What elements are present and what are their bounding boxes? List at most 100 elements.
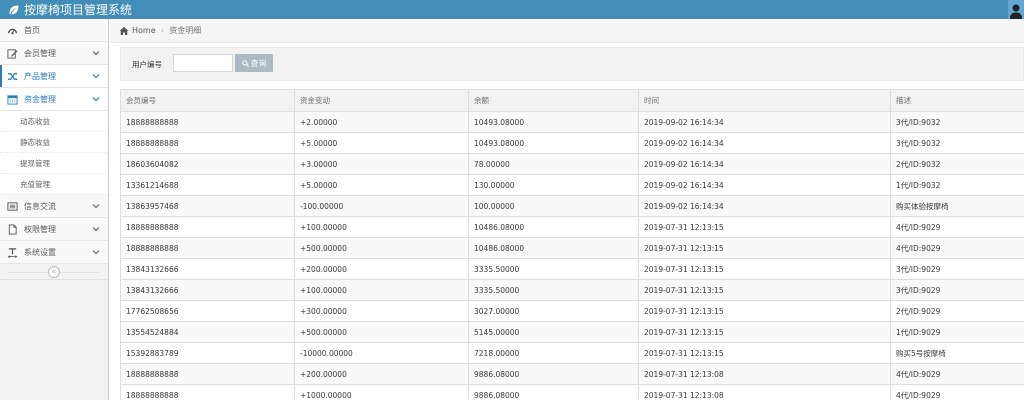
user-id-label: 用户编号 [132,60,162,69]
column-header-member-id[interactable]: 会员编号 [120,89,295,112]
breadcrumb: Home › 资金明细 [110,19,1024,43]
cell-description: 3代/ID:9029 [890,258,1024,280]
search-panel: 用户编号 查询 [120,47,1024,81]
cell-member-id: 13554524884 [120,321,295,343]
column-header-description[interactable]: 描述 [890,89,1024,112]
cell-balance: 5145.00000 [468,321,639,343]
table-row[interactable]: 17762508656 +300.00000 3027.00000 2019-07-3… [120,300,1024,322]
cell-member-id: 13843132666 [120,258,295,280]
sidebar-collapse-button[interactable]: « [48,266,60,278]
chevron-down-icon [92,204,100,209]
cell-time: 2019-07-31 12:13:08 [638,384,891,400]
brand[interactable]: 按摩椅项目管理系统 [8,1,132,18]
cell-description: 1代/ID:9029 [890,321,1024,343]
cell-member-id: 13361214688 [120,174,295,196]
cell-description: 购买5号按摩椅 [890,342,1024,364]
table-row[interactable]: 13554524884 +500.00000 5145.00000 2019-07-3… [120,321,1024,343]
cell-fund-change: +500.00000 [294,321,469,343]
breadcrumb-current: 资金明细 [169,26,202,35]
cell-balance: 9886.08000 [468,384,639,400]
cell-balance: 3335.50000 [468,279,639,301]
funds-table: 会员编号 资金变动 余额 时间 描述 18888888888 +2.00000 10… [120,89,1024,400]
cell-description: 4代/ID:9029 [890,363,1024,385]
table-row[interactable]: 18888888888 +2.00000 10493.08000 2019-09-02… [120,111,1024,133]
table-row[interactable]: 13863957468 -100.00000 100.00000 2019-09-02… [120,195,1024,217]
submenu-item-static-income[interactable]: 静态收益 [0,132,108,153]
cell-balance: 78.00000 [468,153,639,175]
sidebar-item-members[interactable]: 会员管理 [0,42,108,65]
chevron-down-icon [92,51,100,56]
table-row[interactable]: 13361214688 +5.00000 130.00000 2019-09-02 1… [120,174,1024,196]
sidebar-item-settings[interactable]: 系统设置 [0,241,108,264]
submenu-item-dynamic-income[interactable]: 动态收益 [0,111,108,132]
user-id-input[interactable] [173,54,233,72]
cell-fund-change: +500.00000 [294,237,469,259]
cell-fund-change: +100.00000 [294,216,469,238]
sidebar-item-label: 产品管理 [24,71,56,81]
table-row[interactable]: 13843132666 +100.00000 3335.50000 2019-07-3… [120,279,1024,301]
sidebar-item-messages[interactable]: 信息交流 [0,195,108,218]
cell-description: 4代/ID:9029 [890,237,1024,259]
table-row[interactable]: 18888888888 +100.00000 10486.08000 2019-07-… [120,216,1024,238]
cell-balance: 3027.00000 [468,300,639,322]
cell-time: 2019-07-31 12:13:08 [638,363,891,385]
table-row[interactable]: 18888888888 +500.00000 10486.08000 2019-07-… [120,237,1024,259]
column-header-balance[interactable]: 余额 [468,89,639,112]
funds-table-container: 会员编号 资金变动 余额 时间 描述 18888888888 +2.00000 10… [120,89,1024,400]
table-row[interactable]: 18888888888 +1000.00000 9886.08000 2019-07-… [120,384,1024,400]
sidebar-item-permissions[interactable]: 权限管理 [0,218,108,241]
column-header-time[interactable]: 时间 [638,89,891,112]
cell-member-id: 18888888888 [120,111,295,133]
breadcrumb-separator-icon: › [160,25,165,36]
cell-member-id: 18888888888 [120,216,295,238]
app-title: 按摩椅项目管理系统 [24,3,133,17]
cell-member-id: 18888888888 [120,132,295,154]
cell-member-id: 18888888888 [120,237,295,259]
table-row[interactable]: 18888888888 +5.00000 10493.08000 2019-09-02… [120,132,1024,154]
home-icon [119,26,129,35]
cell-description: 4代/ID:9029 [890,216,1024,238]
sidebar-item-funds[interactable]: 资金管理 [0,88,108,111]
table-row[interactable]: 13843132666 +200.00000 3335.50000 2019-07-3… [120,258,1024,280]
cell-description: 3代/ID:9032 [890,111,1024,133]
breadcrumb-home-link[interactable]: Home [132,26,156,35]
cell-description: 购买体验按摩椅 [890,195,1024,217]
cell-description: 4代/ID:9029 [890,384,1024,400]
cell-member-id: 18888888888 [120,363,295,385]
search-icon [241,59,249,67]
cell-balance: 9886.08000 [468,363,639,385]
table-row[interactable]: 18888888888 +200.00000 9886.08000 2019-07-3… [120,363,1024,385]
cell-fund-change: +200.00000 [294,363,469,385]
cell-time: 2019-09-02 16:14:34 [638,195,891,217]
cell-fund-change: +100.00000 [294,279,469,301]
file-icon [6,223,18,235]
chevron-down-icon [92,97,100,102]
dashboard-icon [6,24,18,36]
sidebar-item-label: 会员管理 [24,48,56,58]
sidebar-item-label: 首页 [24,25,40,35]
cell-fund-change: +200.00000 [294,258,469,280]
cell-fund-change: -100.00000 [294,195,469,217]
text-width-icon [6,246,18,258]
cell-balance: 7218.00000 [468,342,639,364]
cell-fund-change: +5.00000 [294,132,469,154]
cell-fund-change: -10000.00000 [294,342,469,364]
cell-member-id: 17762508656 [120,300,295,322]
cell-description: 1代/ID:9032 [890,174,1024,196]
column-header-fund-change[interactable]: 资金变动 [294,89,469,112]
submenu-item-recharges[interactable]: 充值管理 [0,174,108,195]
cell-description: 3代/ID:9032 [890,132,1024,154]
sidebar-item-products[interactable]: 产品管理 [0,65,108,88]
query-button[interactable]: 查询 [235,54,273,72]
sidebar-collapse-bar: « [0,264,108,280]
cell-fund-change: +300.00000 [294,300,469,322]
cell-fund-change: +2.00000 [294,111,469,133]
submenu-item-withdrawals[interactable]: 提现管理 [0,153,108,174]
sidebar-item-label: 权限管理 [24,224,56,234]
table-row[interactable]: 18603604082 +3.00000 78.00000 2019-09-02 16… [120,153,1024,175]
sidebar-item-home[interactable]: 首页 [0,19,108,42]
table-row[interactable]: 15392883789 -10000.00000 7218.00000 2019-07… [120,342,1024,364]
cell-time: 2019-07-31 12:13:15 [638,300,891,322]
user-menu[interactable] [1008,0,1024,19]
leaf-icon [9,5,19,14]
